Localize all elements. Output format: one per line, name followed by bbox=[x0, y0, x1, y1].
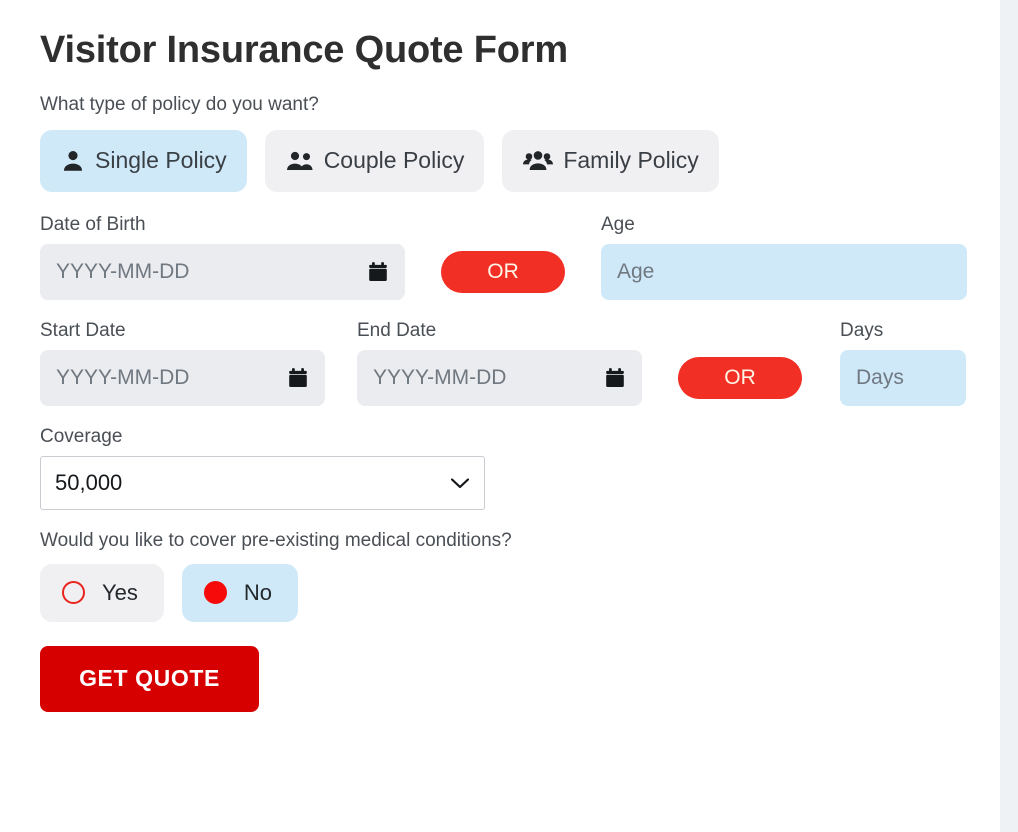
page-scrollbar-gutter[interactable] bbox=[1000, 0, 1018, 832]
calendar-icon[interactable] bbox=[604, 367, 626, 389]
user-icon bbox=[60, 148, 86, 174]
or-separator-1-wrap: OR bbox=[441, 250, 565, 293]
policy-type-question: What type of policy do you want? bbox=[40, 93, 319, 115]
days-field-group: Days Days bbox=[840, 320, 966, 406]
end-date-placeholder: YYYY-MM-DD bbox=[373, 365, 507, 389]
end-date-field-group: End Date YYYY-MM-DD bbox=[357, 320, 642, 406]
policy-option-single-label: Single Policy bbox=[95, 147, 227, 174]
policy-type-options: Single Policy Couple Policy Family Polic… bbox=[40, 129, 966, 192]
page-surface: Visitor Insurance Quote Form What type o… bbox=[0, 0, 1018, 832]
pre-existing-options: Yes No bbox=[40, 563, 966, 622]
radio-circle-filled-icon bbox=[203, 581, 227, 605]
calendar-icon[interactable] bbox=[287, 367, 309, 389]
age-placeholder: Age bbox=[617, 259, 655, 283]
dob-placeholder: YYYY-MM-DD bbox=[56, 259, 190, 283]
or-separator-2: OR bbox=[678, 356, 802, 399]
or-separator-1: OR bbox=[441, 250, 565, 293]
age-label: Age bbox=[601, 213, 635, 235]
end-date-label: End Date bbox=[357, 319, 437, 341]
radio-circle-icon bbox=[62, 581, 85, 605]
chevron-down-icon[interactable] bbox=[450, 476, 470, 490]
pre-existing-option-no[interactable]: No bbox=[181, 563, 299, 622]
pre-existing-question: Would you like to cover pre-existing med… bbox=[40, 529, 512, 551]
coverage-selected-value: 50,000 bbox=[55, 469, 123, 495]
quote-form-card: Visitor Insurance Quote Form What type o… bbox=[0, 0, 1000, 832]
page-title: Visitor Insurance Quote Form bbox=[40, 29, 568, 71]
pre-existing-option-yes-label: Yes bbox=[102, 579, 138, 605]
start-date-input[interactable]: YYYY-MM-DD bbox=[40, 349, 325, 406]
pre-existing-option-no-label: No bbox=[243, 579, 273, 605]
duration-row: Start Date YYYY-MM-DD End Date YYYY-MM-D… bbox=[40, 320, 966, 406]
calendar-icon[interactable] bbox=[367, 261, 389, 283]
start-date-label: Start Date bbox=[40, 319, 126, 341]
end-date-input[interactable]: YYYY-MM-DD bbox=[357, 349, 642, 406]
coverage-label: Coverage bbox=[40, 425, 123, 447]
coverage-field-group: Coverage 50,000 bbox=[40, 426, 966, 510]
dob-input[interactable]: YYYY-MM-DD bbox=[40, 243, 405, 300]
get-quote-button[interactable]: GET QUOTE bbox=[40, 645, 259, 712]
user-group-icon bbox=[522, 148, 554, 174]
policy-option-family-label: Family Policy bbox=[563, 147, 699, 174]
pre-existing-option-yes[interactable]: Yes bbox=[40, 563, 164, 622]
or-separator-2-wrap: OR bbox=[678, 356, 802, 399]
dob-field-group: Date of Birth YYYY-MM-DD bbox=[40, 214, 405, 300]
policy-option-couple-label: Couple Policy bbox=[323, 147, 465, 174]
start-date-placeholder: YYYY-MM-DD bbox=[56, 365, 190, 389]
policy-option-family[interactable]: Family Policy bbox=[502, 129, 719, 192]
start-date-field-group: Start Date YYYY-MM-DD bbox=[40, 320, 325, 406]
user-couple-icon bbox=[285, 148, 315, 174]
age-field-group: Age Age bbox=[601, 214, 967, 300]
policy-option-single[interactable]: Single Policy bbox=[40, 129, 247, 192]
days-label: Days bbox=[840, 319, 884, 341]
days-placeholder: Days bbox=[856, 365, 904, 389]
policy-option-couple[interactable]: Couple Policy bbox=[264, 129, 485, 192]
dob-label: Date of Birth bbox=[40, 213, 146, 235]
days-input[interactable]: Days bbox=[840, 349, 966, 406]
dob-age-row: Date of Birth YYYY-MM-DD OR Age Age bbox=[40, 214, 967, 300]
coverage-select[interactable]: 50,000 bbox=[40, 455, 485, 510]
age-input[interactable]: Age bbox=[601, 243, 967, 300]
